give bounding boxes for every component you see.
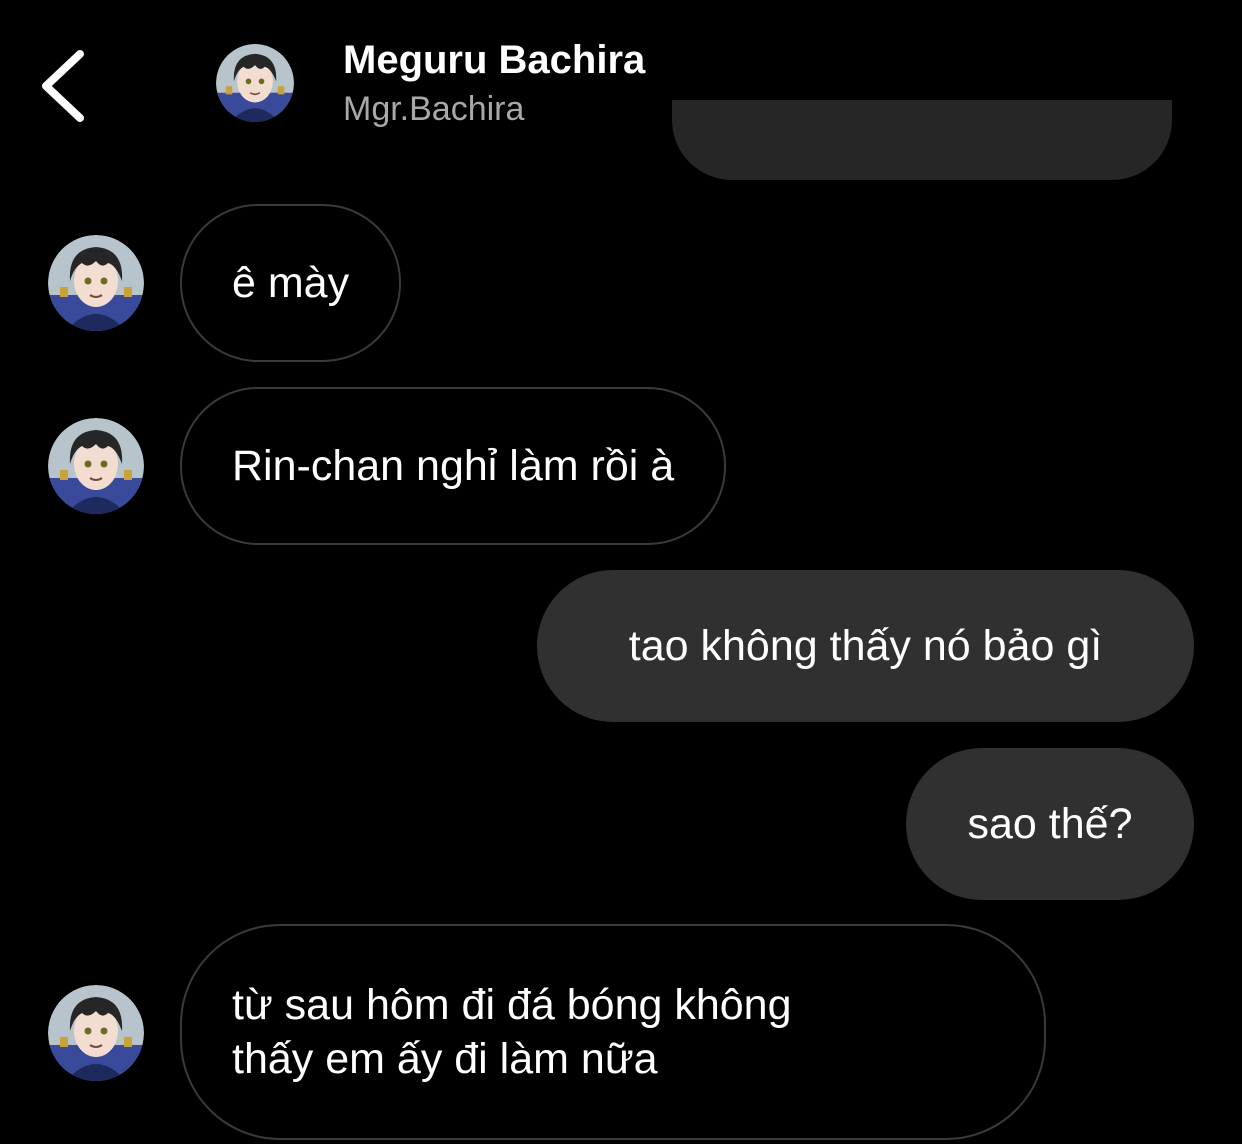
message-text: Rin-chan nghỉ làm rồi à [232, 442, 675, 490]
sender-avatar[interactable] [48, 985, 144, 1081]
contact-handle[interactable]: Mgr.Bachira [343, 90, 524, 129]
sender-avatar[interactable] [48, 418, 144, 514]
outgoing-message-bubble[interactable]: sao thế? [906, 748, 1194, 900]
message-text: sao thế? [967, 800, 1133, 848]
incoming-message-bubble[interactable]: từ sau hôm đi đá bóng không thấy em ấy đ… [180, 924, 1046, 1140]
sender-avatar[interactable] [48, 235, 144, 331]
message-text: từ sau hôm đi đá bóng không thấy em ấy đ… [232, 978, 792, 1086]
message-text: tao không thấy nó bảo gì [628, 622, 1103, 670]
previous-message-bubble [672, 100, 1172, 180]
message-line: thấy em ấy đi làm nữa [232, 1035, 658, 1083]
incoming-message-bubble[interactable]: ê mày [180, 204, 402, 362]
message-line: từ sau hôm đi đá bóng không [232, 981, 792, 1029]
header-avatar[interactable] [216, 44, 294, 122]
outgoing-message-bubble[interactable]: tao không thấy nó bảo gì [537, 570, 1194, 722]
message-text: ê mày [232, 259, 350, 307]
incoming-message-bubble[interactable]: Rin-chan nghỉ làm rồi à [180, 387, 727, 545]
chevron-left-icon [42, 50, 84, 122]
back-button[interactable] [30, 44, 100, 124]
contact-name[interactable]: Meguru Bachira [343, 38, 645, 83]
